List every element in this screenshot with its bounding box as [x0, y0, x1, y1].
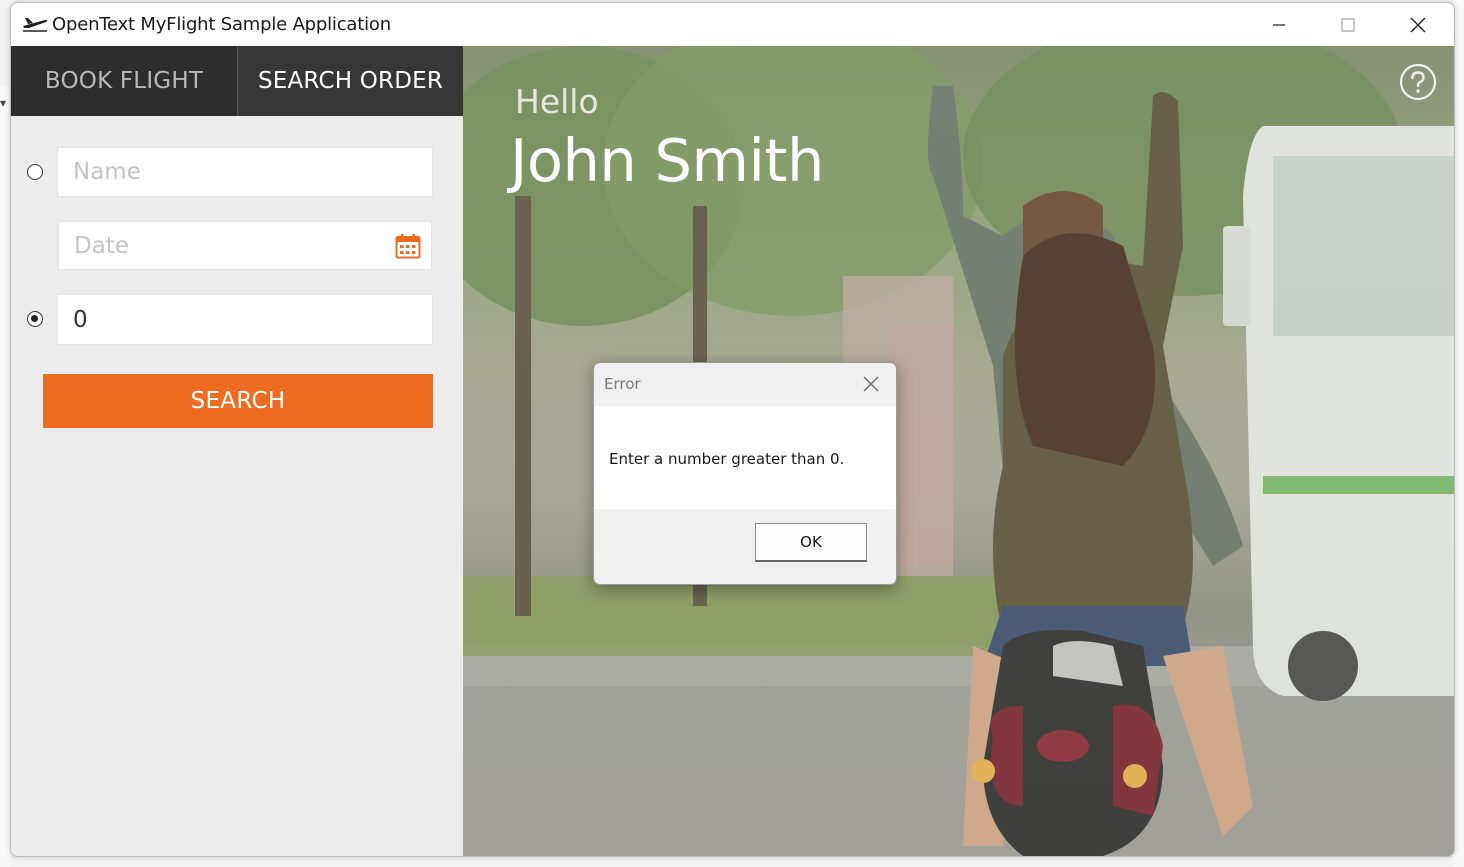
maximize-icon [1341, 17, 1355, 32]
name-input[interactable]: Name [57, 147, 433, 197]
search-button[interactable]: SEARCH [43, 374, 433, 428]
name-placeholder: Name [73, 159, 141, 185]
search-order-panel: BOOK FLIGHT SEARCH ORDER Name Date 0 SEA… [11, 46, 463, 856]
close-button[interactable] [1383, 3, 1453, 46]
minimize-button[interactable] [1244, 3, 1314, 46]
background-window-left-edge [0, 86, 10, 867]
greeting-text: Hello [515, 82, 599, 121]
search-by-order-number-radio[interactable] [27, 311, 43, 327]
airplane-icon [23, 18, 48, 32]
dialog-close-icon[interactable] [856, 369, 886, 399]
ok-button[interactable]: OK [755, 523, 867, 562]
dialog-title: Error [604, 375, 641, 393]
date-input[interactable]: Date [58, 221, 432, 270]
date-placeholder: Date [74, 232, 129, 259]
help-icon[interactable] [1399, 63, 1437, 101]
background-dropdown-arrow: ▾ [0, 96, 7, 110]
dialog-body: Enter a number greater than 0. [594, 406, 896, 509]
main-tabs: BOOK FLIGHT SEARCH ORDER [11, 46, 463, 116]
order-number-value: 0 [73, 306, 88, 333]
calendar-icon[interactable] [395, 233, 421, 259]
tab-search-order[interactable]: SEARCH ORDER [238, 46, 463, 116]
dialog-message: Enter a number greater than 0. [609, 450, 845, 468]
order-number-input[interactable]: 0 [57, 294, 433, 345]
user-name: John Smith [510, 126, 824, 195]
maximize-button[interactable] [1313, 3, 1383, 46]
error-dialog: Error Enter a number greater than 0. OK [593, 362, 897, 585]
minimize-icon [1273, 23, 1285, 26]
close-icon [1410, 17, 1426, 32]
tab-book-flight[interactable]: BOOK FLIGHT [11, 46, 237, 116]
search-by-name-radio[interactable] [27, 164, 43, 180]
title-bar: OpenText MyFlight Sample Application [11, 3, 1454, 46]
window-title: OpenText MyFlight Sample Application [52, 14, 391, 35]
